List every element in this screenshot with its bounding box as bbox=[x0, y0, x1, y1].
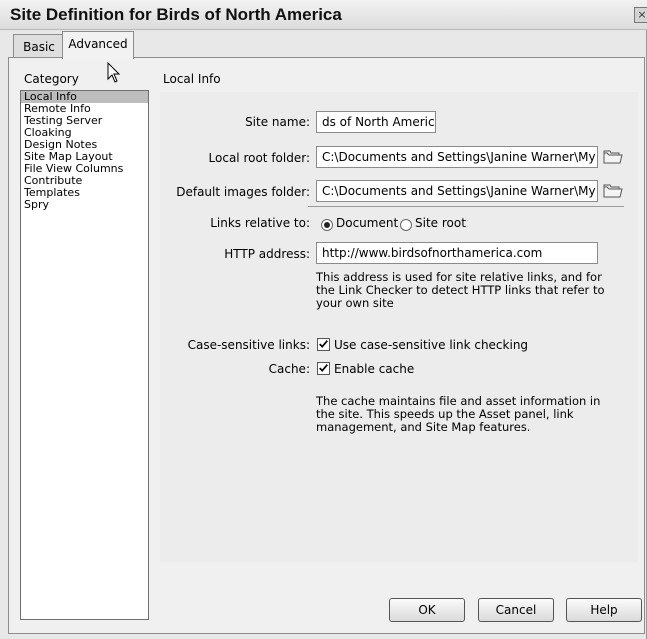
tab-advanced[interactable]: Advanced bbox=[62, 31, 134, 59]
http-address-label: HTTP address: bbox=[224, 247, 310, 261]
mouse-pointer-icon bbox=[107, 62, 121, 83]
default-images-folder-label: Default images folder: bbox=[176, 185, 310, 199]
radio-site-root[interactable] bbox=[400, 219, 412, 231]
help-line: your own site bbox=[316, 296, 394, 310]
tab-strip: Basic Advanced bbox=[0, 30, 647, 59]
tab-basic[interactable]: Basic bbox=[13, 34, 65, 59]
enable-cache-checkbox[interactable] bbox=[317, 362, 330, 375]
section-title: Local Info bbox=[163, 72, 221, 86]
radio-document-label[interactable]: Document bbox=[336, 216, 398, 230]
title-bar[interactable]: Site Definition for Birds of North Ameri… bbox=[0, 0, 647, 30]
default-images-folder-input[interactable]: C:\Documents and Settings\Janine Warner\… bbox=[316, 180, 598, 202]
case-sensitive-checkbox-label[interactable]: Use case-sensitive link checking bbox=[334, 338, 528, 352]
http-address-help: This address is used for site relative l… bbox=[316, 271, 616, 310]
links-relative-label: Links relative to: bbox=[210, 216, 310, 230]
site-name-input[interactable]: ds of North America bbox=[316, 111, 436, 133]
browse-local-root-folder-icon[interactable] bbox=[603, 149, 623, 165]
http-address-input[interactable]: http://www.birdsofnorthamerica.com bbox=[316, 242, 598, 264]
site-name-label: Site name: bbox=[245, 115, 310, 129]
category-list[interactable]: Local Info Remote Info Testing Server Cl… bbox=[20, 90, 149, 620]
local-root-folder-input[interactable]: C:\Documents and Settings\Janine Warner\… bbox=[316, 146, 598, 168]
help-button[interactable]: Help bbox=[566, 598, 642, 622]
case-sensitive-checkbox[interactable] bbox=[317, 338, 330, 351]
ok-button[interactable]: OK bbox=[389, 598, 465, 622]
cancel-button[interactable]: Cancel bbox=[478, 598, 554, 622]
category-heading: Category bbox=[24, 72, 79, 86]
enable-cache-checkbox-label[interactable]: Enable cache bbox=[334, 362, 414, 376]
radio-document[interactable] bbox=[321, 219, 333, 231]
dialog-title: Site Definition for Birds of North Ameri… bbox=[10, 5, 342, 24]
separator bbox=[308, 206, 624, 207]
cache-help: The cache maintains file and asset infor… bbox=[316, 395, 616, 434]
case-sensitive-label: Case-sensitive links: bbox=[187, 338, 310, 352]
site-definition-dialog: Site Definition for Birds of North Ameri… bbox=[0, 0, 647, 639]
cache-label: Cache: bbox=[268, 362, 310, 376]
browse-default-images-folder-icon[interactable] bbox=[603, 183, 623, 199]
help-line: management, and Site Map features. bbox=[316, 420, 531, 434]
close-button[interactable]: × bbox=[634, 7, 647, 23]
radio-site-root-label[interactable]: Site root bbox=[415, 216, 466, 230]
category-item-spry[interactable]: Spry bbox=[21, 199, 148, 211]
radio-selected-dot bbox=[324, 222, 330, 228]
local-root-folder-label: Local root folder: bbox=[208, 151, 310, 165]
